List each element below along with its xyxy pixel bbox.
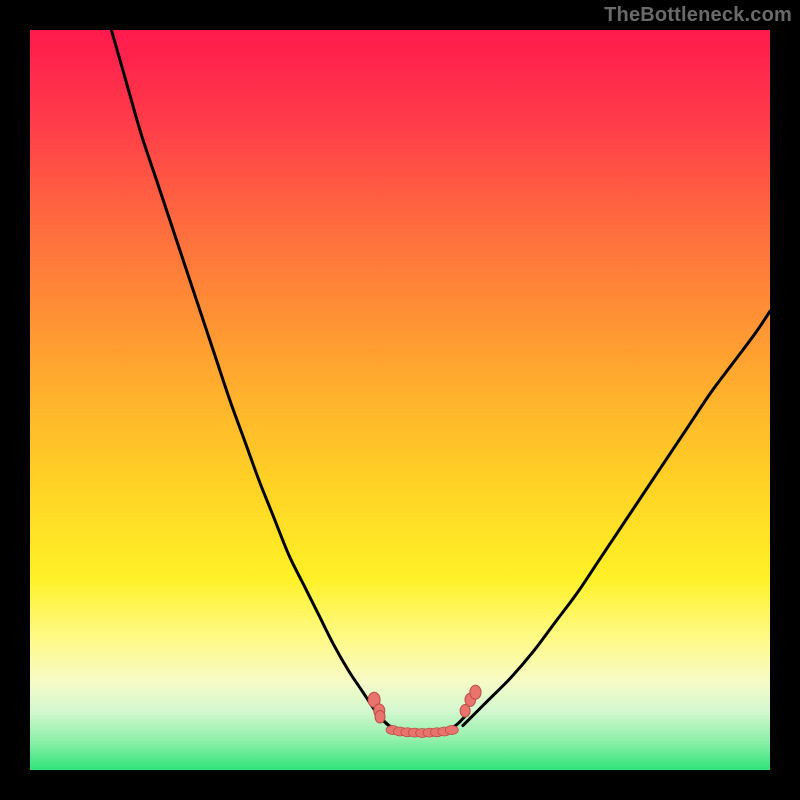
curve-right-branch bbox=[463, 311, 770, 725]
watermark-text: TheBottleneck.com bbox=[604, 4, 792, 27]
marker-floor-8 bbox=[445, 726, 458, 735]
chart-stage: TheBottleneck.com bbox=[0, 0, 800, 800]
curve-left-branch bbox=[111, 30, 389, 726]
marker-right-2 bbox=[470, 685, 481, 699]
marker-left-2 bbox=[375, 710, 385, 723]
chart-svg bbox=[30, 30, 770, 770]
plot-area bbox=[30, 30, 770, 770]
